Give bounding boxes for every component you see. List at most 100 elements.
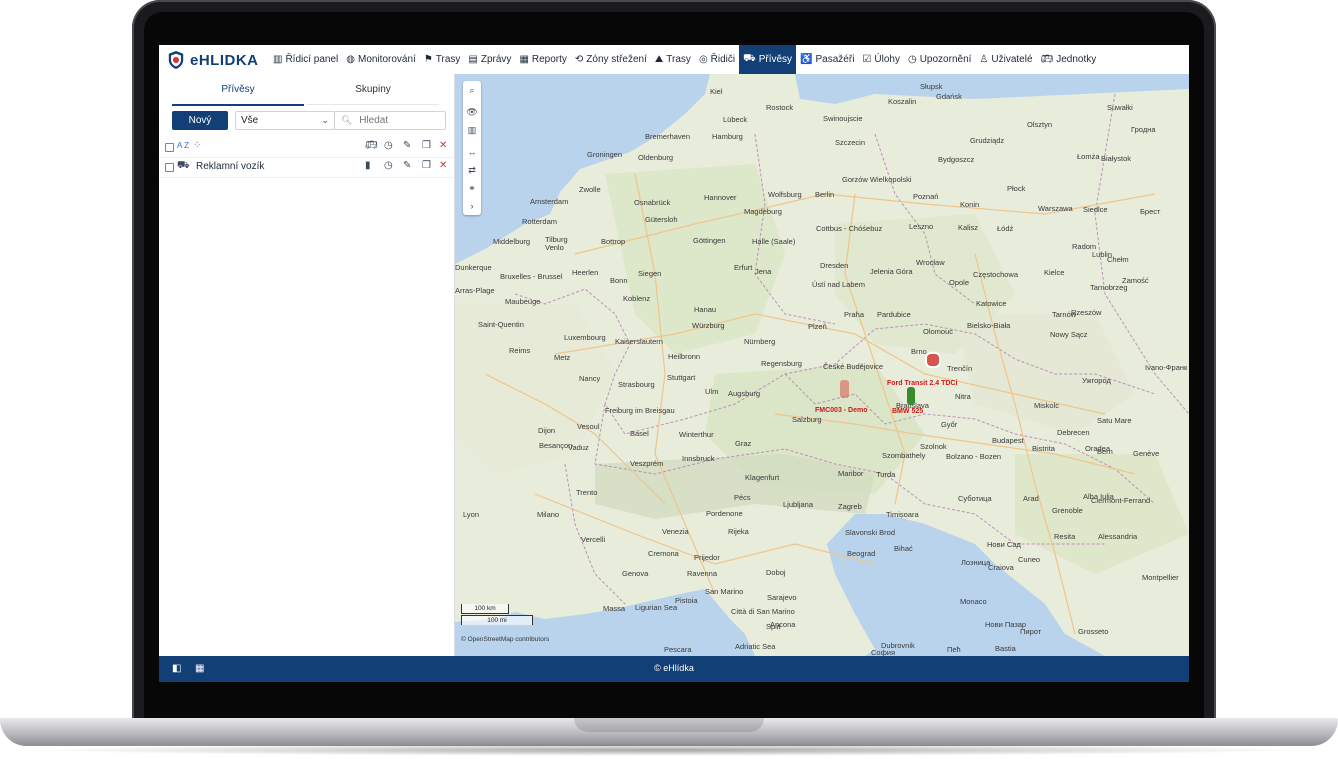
- chevron-right-icon[interactable]: ›: [463, 197, 481, 215]
- city-label: Pécs: [734, 493, 751, 502]
- map-layers-icon[interactable]: ▥: [463, 121, 481, 139]
- nav-item-10[interactable]: ☑ Úlohy: [858, 45, 904, 74]
- clock-icon[interactable]: ◷: [384, 160, 393, 171]
- tab-trailers[interactable]: Přívěsy: [172, 80, 304, 106]
- footer-bar: ◧ ▦ © eHlídka: [159, 656, 1189, 682]
- bus-icon: 🚌︎: [1040, 54, 1054, 65]
- city-label: Győr: [941, 420, 958, 429]
- sort-az-icon[interactable]: A Z: [177, 141, 189, 150]
- clock-icon[interactable]: ◷: [384, 140, 393, 151]
- city-label: Plzeň: [808, 322, 827, 331]
- marker-label-fmc003: FMC003 - Demo: [815, 407, 868, 414]
- vehicle-marker-ford[interactable]: [925, 352, 941, 368]
- delete-icon[interactable]: ✕: [439, 140, 447, 151]
- select-all-checkbox[interactable]: [165, 143, 174, 152]
- city-label: Лозница: [961, 558, 991, 567]
- city-label: Beograd: [847, 549, 876, 558]
- city-label: Пећ: [947, 645, 961, 654]
- eye-icon[interactable]: 👁︎: [463, 103, 481, 121]
- nav-item-8[interactable]: ⛟ Přívěsy: [739, 45, 797, 74]
- city-label: Kiel: [710, 87, 723, 96]
- nav-item-9[interactable]: ♿ Pasažéři: [796, 45, 858, 74]
- wrench-icon[interactable]: ✎: [403, 140, 411, 151]
- map-search-icon[interactable]: ⌕: [463, 81, 481, 99]
- search-box[interactable]: 🔍︎: [334, 111, 446, 130]
- city-label: České Budějovice: [823, 362, 884, 371]
- vehicle-marker-fmc003[interactable]: [840, 380, 849, 398]
- search-input[interactable]: [359, 115, 435, 126]
- row-checkbox[interactable]: [165, 163, 174, 172]
- city-label: Sarajevo: [767, 593, 797, 602]
- nav-item-7[interactable]: ◎ Řidiči: [695, 45, 739, 74]
- nav-item-13[interactable]: 🚌︎ Jednotky: [1037, 45, 1101, 74]
- nav-item-2[interactable]: ⚑ Trasy: [420, 45, 465, 74]
- city-label: Rzeszów: [1071, 308, 1102, 317]
- city-label: Hanau: [694, 305, 717, 314]
- vehicle-icon[interactable]: ▮: [365, 160, 371, 171]
- measure-icon[interactable]: ↔: [463, 143, 481, 161]
- city-label: Bottrop: [601, 237, 626, 246]
- city-label: Cottbus - Chóśebuz: [816, 224, 883, 233]
- city-label: Пирот: [1020, 627, 1042, 636]
- delete-icon[interactable]: ✕: [439, 160, 447, 171]
- nav-item-label: Řídicí panel: [285, 54, 339, 65]
- city-label: Opole: [949, 278, 970, 287]
- trailer-icon: ⛟: [177, 160, 190, 171]
- city-label: Klagenfurt: [745, 473, 780, 482]
- nav-item-1[interactable]: ◍ Monitorování: [342, 45, 420, 74]
- city-label: Ravenna: [687, 569, 718, 578]
- city-label: Нови Сад: [987, 540, 1021, 549]
- nav-item-4[interactable]: ▦ Reporty: [515, 45, 570, 74]
- map-view[interactable]: Kiel Rostock Lübeck Swinoujscie Słupsk Gdańsk…: [455, 74, 1189, 656]
- city-label: Venezia: [662, 527, 689, 536]
- passenger-icon: ♿: [800, 54, 813, 65]
- city-label: Zamość: [1122, 276, 1149, 285]
- city-label: Hamburg: [712, 132, 743, 141]
- list-item[interactable]: ⛟ Reklamní vozík ▮ ◷ ✎ ❐ ✕: [159, 157, 454, 178]
- city-label: Adriatic Sea: [735, 642, 776, 651]
- city-label: Cremona: [648, 549, 679, 558]
- tab-groups[interactable]: Skupiny: [307, 80, 439, 105]
- nav-item-label: Uživatelé: [991, 54, 1033, 65]
- nav-item-3[interactable]: ▤ Zprávy: [464, 45, 515, 74]
- copy-icon[interactable]: ❐: [422, 160, 431, 171]
- city-label: Bonn: [610, 276, 628, 285]
- map-scale: 100 km 100 mi: [461, 604, 533, 628]
- vehicle-marker-bmw[interactable]: [907, 387, 915, 405]
- bus-icon[interactable]: 🚌︎: [365, 140, 378, 151]
- logo[interactable]: eHLIDKA: [167, 49, 259, 71]
- city-label: Reims: [509, 346, 531, 355]
- city-label: Olsztyn: [1027, 120, 1053, 129]
- map-attribution[interactable]: © OpenStreetMap contributors: [461, 636, 549, 643]
- city-label: Poznań: [913, 192, 939, 201]
- nodes-icon[interactable]: ⚭: [463, 179, 481, 197]
- filter-select[interactable]: Vše ⌄: [235, 111, 335, 130]
- map-toolbar: ⌕ 👁︎ ▥ ↔ ⇄ ⚭ ›: [463, 81, 481, 215]
- city-label: Bydgoszcz: [938, 155, 975, 164]
- route-tool-icon[interactable]: ⇄: [463, 161, 481, 179]
- flag-icon: ⚑: [423, 54, 433, 65]
- new-trailer-button[interactable]: Nový: [172, 111, 228, 130]
- city-label: Magdeburg: [744, 207, 782, 216]
- wrench-icon[interactable]: ✎: [403, 160, 411, 171]
- city-label: Genève: [1133, 449, 1160, 458]
- footer-copyright: © eHlídka: [654, 663, 694, 673]
- nav-item-6[interactable]: ⛰ Trasy: [651, 45, 695, 74]
- nav-item-12[interactable]: ♙ Uživatelé: [975, 45, 1036, 74]
- city-label: Суботица: [958, 494, 992, 503]
- nav-item-0[interactable]: ▥ Řídicí panel: [269, 45, 342, 74]
- city-label: Osnabrück: [634, 198, 671, 207]
- city-label: Kalisz: [958, 223, 979, 232]
- city-label: Siedlce: [1083, 205, 1108, 214]
- copy-icon[interactable]: ❐: [422, 140, 431, 151]
- city-label: San Marino: [705, 587, 744, 596]
- group-icon[interactable]: ⁘: [193, 140, 201, 151]
- city-label: Bremerhaven: [645, 132, 691, 141]
- nav-item-5[interactable]: ⟲ Zóny střežení: [571, 45, 651, 74]
- city-label: Trenčín: [947, 364, 973, 373]
- city-label: Słupsk: [920, 82, 943, 91]
- nav-item-11[interactable]: ◷ Upozornění: [904, 45, 975, 74]
- panel-tabs: Přívěsy Skupiny: [172, 80, 450, 106]
- nav-item-label: Řidiči: [710, 54, 736, 65]
- city-label: Bruxelles - Brussel: [500, 272, 563, 281]
